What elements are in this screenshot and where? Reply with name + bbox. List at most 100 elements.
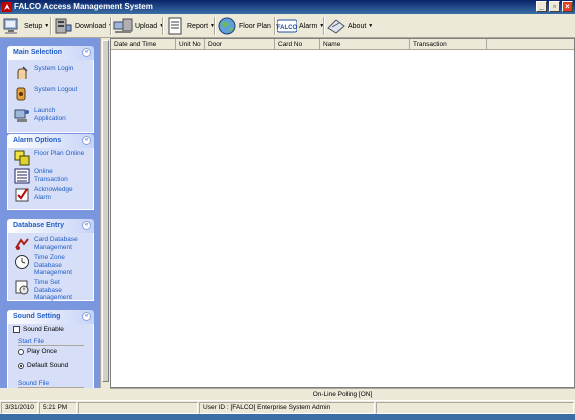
sidebar-item-label: Acknowledge Alarm [34,186,73,201]
sidebar-item-card-database[interactable]: Card Database Management [14,236,88,252]
status-panel-empty [78,402,198,414]
radio-label: Play Once [27,348,57,355]
column-date-time[interactable]: Date and Time [111,39,176,50]
toolbar-alarm[interactable]: FALCO Alarm ▼ [277,16,324,36]
sidebar-scrollbar[interactable] [100,38,109,388]
sidebar-item-online-transaction[interactable]: Online Transaction [14,168,88,184]
toolbar-report-label: Report [187,22,209,30]
timeset-icon [15,280,29,295]
toolbar-download-label: Download [75,22,107,30]
collapse-icon[interactable]: « [82,48,91,57]
maximize-button[interactable]: ▫ [549,1,560,12]
toolbar-separator [162,17,164,35]
group-database-entry: Database Entry « Card Database Managemen… [7,219,94,301]
falco-logo-icon: FALCO [277,19,297,33]
sidebar-item-time-set-database[interactable]: Time Set Database Management [14,279,88,302]
collapse-icon[interactable]: « [82,136,91,145]
sidebar-item-launch-application[interactable]: Launch Application [14,107,88,123]
column-unit-no[interactable]: Unit No [176,39,205,50]
toolbar-about[interactable]: About ▼ [326,16,373,36]
group-body: System Login System Logout Launch Applic… [7,60,94,133]
globe-icon [218,17,236,35]
acknowledge-icon [15,188,29,202]
group-body: Sound Enable Start File Play Once Defaul… [7,324,94,388]
sidebar-item-label: Time Zone Database Management [34,254,72,276]
group-title: Alarm Options [13,137,62,144]
card-db-icon [15,238,29,250]
group-header[interactable]: Main Selection « [7,46,94,60]
sidebar-item-label: System Logout [34,86,78,93]
svg-text:FALCO: FALCO [277,25,297,31]
toolbar-floor-plan-label: Floor Plan [239,22,271,30]
scrollbar-thumb[interactable] [102,40,109,382]
toolbar-alarm-label: Alarm [299,22,318,30]
status-bar: 3/31/2010 5:21 PM User ID : [FALCO] Ente… [0,400,575,414]
column-door[interactable]: Door [205,39,275,50]
toolbar-setup[interactable]: Setup ▼ [2,16,49,36]
sidebar: Main Selection « System Login System Log… [0,38,100,388]
close-button[interactable]: × [562,1,573,12]
group-sound-setting: Sound Setting « Sound Enable Start File … [7,310,94,388]
floorplan-icon [14,150,30,166]
toolbar-about-label: About [348,22,367,30]
login-icon [17,66,28,79]
sidebar-item-system-logout[interactable]: System Logout [14,86,88,102]
toolbar-upload-label: Upload [135,22,158,30]
toolbar-upload[interactable]: Upload ▼ [113,16,164,36]
collapse-icon[interactable]: « [82,312,91,321]
toolbar-separator [323,17,325,35]
transaction-grid[interactable]: Date and Time Unit No Door Card No Name … [110,38,575,388]
toolbar-separator [110,17,112,35]
sidebar-item-label: Online Transaction [34,168,68,183]
toolbar-separator [50,17,52,35]
toolbar-setup-label: Setup [24,22,43,30]
status-user: User ID : [FALCO] Enterprise System Admi… [199,402,375,414]
radio-play-once[interactable]: Play Once [18,348,57,355]
sidebar-item-time-zone-database[interactable]: Time Zone Database Management [14,254,88,277]
radio-circle-selected[interactable] [18,362,24,369]
radio-circle[interactable] [18,348,24,355]
sidebar-item-acknowledge-alarm[interactable]: Acknowledge Alarm [14,186,88,202]
toolbar-report[interactable]: Report ▼ [165,16,215,36]
logout-icon [16,87,26,101]
transaction-list-icon [14,168,30,184]
report-icon [168,17,182,35]
column-card-no[interactable]: Card No [275,39,320,50]
status-date: 3/31/2010 [1,402,38,414]
dropdown-arrow-icon: ▼ [44,23,50,29]
start-file-label: Start File [18,338,84,346]
group-title: Sound Setting [13,313,61,320]
sidebar-item-label: Time Set Database Management [34,279,72,301]
dropdown-arrow-icon: ▼ [368,23,374,29]
column-name[interactable]: Name [320,39,410,50]
server-icon [55,18,72,34]
polling-status: On-Line Polling [ON] [110,388,575,400]
group-alarm-options: Alarm Options « Floor Plan Online Online… [7,134,94,210]
computer-icon [3,18,18,34]
sidebar-item-system-login[interactable]: System Login [14,65,88,81]
sidebar-item-label: Card Database Management [34,236,78,251]
group-title: Main Selection [13,49,63,56]
taskbar-strip [0,414,575,420]
toolbar-floor-plan[interactable]: Floor Plan ▼ [217,16,278,36]
column-transaction[interactable]: Transaction [410,39,487,50]
toolbar-download[interactable]: Download ▼ [53,16,113,36]
sidebar-item-label: System Login [34,65,74,72]
minimize-button[interactable]: _ [536,1,547,12]
radio-default-sound[interactable]: Default Sound [18,362,68,369]
clock-icon [15,255,29,269]
sound-enable-label: Sound Enable [23,326,64,333]
checkbox-box[interactable] [13,326,20,333]
group-header[interactable]: Database Entry « [7,219,94,233]
sound-file-label: Sound File [18,380,84,388]
window-title: FALCO Access Management System [14,2,153,11]
title-bar: FALCO Access Management System _ ▫ × [0,0,575,14]
sidebar-item-label: Launch Application [34,107,66,122]
toolbar-separator [274,17,276,35]
group-header[interactable]: Sound Setting « [7,310,94,324]
group-header[interactable]: Alarm Options « [7,134,94,148]
sound-enable-checkbox[interactable]: Sound Enable [13,326,64,333]
falco-app-icon[interactable] [2,2,12,12]
collapse-icon[interactable]: « [82,221,91,230]
sidebar-item-floor-plan-online[interactable]: Floor Plan Online [14,150,88,166]
